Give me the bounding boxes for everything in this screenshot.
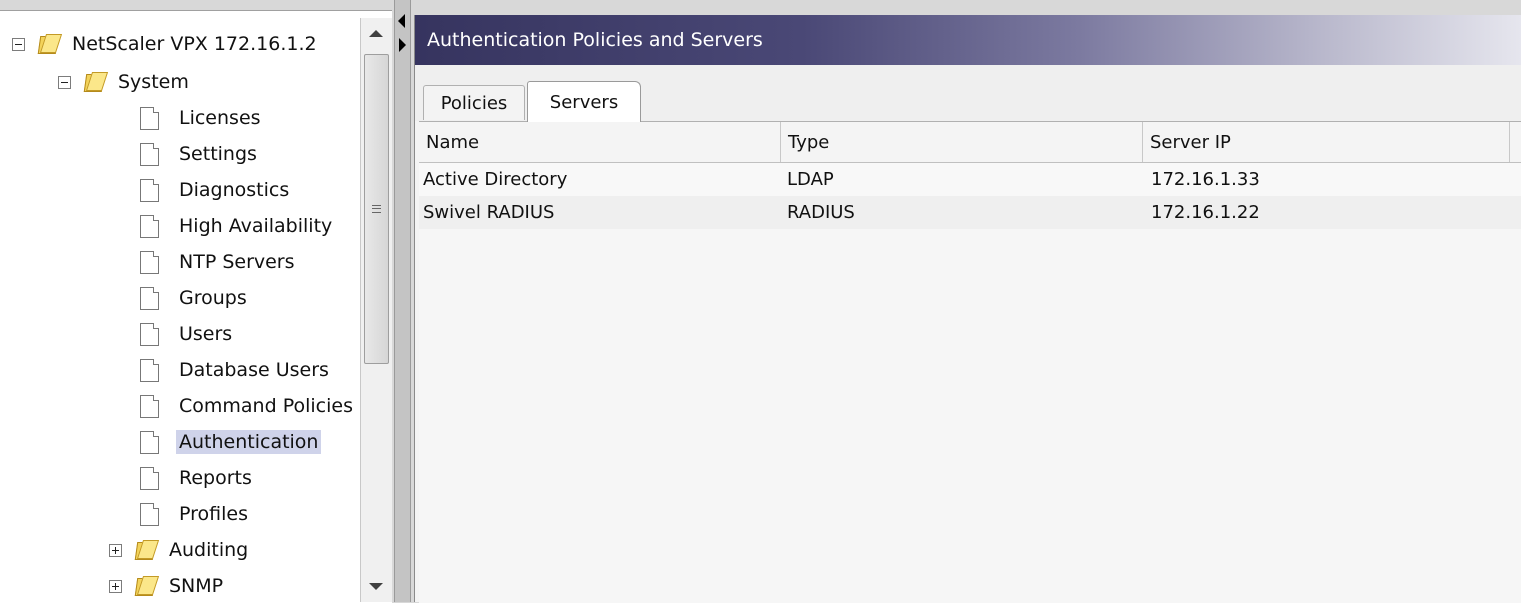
tree-node-label: NTP Servers <box>179 251 295 273</box>
navigation-tree: NetScaler VPX 172.16.1.2 System Licenses… <box>0 10 392 603</box>
tree-node-users[interactable]: Users <box>140 317 235 351</box>
tab-strip: Policies Servers <box>415 65 1521 122</box>
page-icon <box>140 214 159 238</box>
tree-node-high-availability[interactable]: High Availability <box>140 209 335 243</box>
tree-node-label: Authentication <box>176 430 322 454</box>
tree-node-system[interactable]: System <box>58 65 192 99</box>
tree-node-label: Command Policies <box>179 395 353 417</box>
tree-node-label: Database Users <box>179 359 329 381</box>
collapse-icon[interactable] <box>58 75 71 89</box>
tree-node-label: Auditing <box>169 539 249 561</box>
tree-node-label: Groups <box>179 287 247 309</box>
page-icon <box>140 286 159 310</box>
page-icon <box>140 502 159 526</box>
column-header-server-ip[interactable]: Server IP <box>1143 122 1510 162</box>
servers-table: Name Type Server IP Active Directory LDA… <box>419 121 1521 603</box>
column-header-type[interactable]: Type <box>781 122 1143 162</box>
panel-title: Authentication Policies and Servers <box>427 29 763 51</box>
page-icon <box>140 322 159 346</box>
cell-type: RADIUS <box>787 202 855 223</box>
panel-title-bar: Authentication Policies and Servers <box>415 15 1521 65</box>
table-row[interactable]: Active Directory LDAP 172.16.1.33 <box>419 163 1521 196</box>
page-icon <box>140 466 159 490</box>
folder-icon <box>83 72 109 92</box>
content-panel: Authentication Policies and Servers Poli… <box>414 15 1521 603</box>
page-icon <box>140 106 159 130</box>
page-icon <box>140 430 159 454</box>
tab-policies[interactable]: Policies <box>423 85 525 120</box>
tree-node-profiles[interactable]: Profiles <box>140 497 251 531</box>
collapse-left-icon[interactable] <box>398 14 405 28</box>
page-icon <box>140 142 159 166</box>
grip-icon <box>372 205 381 213</box>
tree-node-ntp-servers[interactable]: NTP Servers <box>140 245 298 279</box>
page-icon <box>140 250 159 274</box>
cell-server-ip: 172.16.1.33 <box>1151 169 1260 190</box>
panel-splitter[interactable] <box>394 0 411 602</box>
tree-node-label: Licenses <box>179 107 261 129</box>
tree-node-label: Settings <box>179 143 257 165</box>
cell-type: LDAP <box>787 169 834 190</box>
folder-icon <box>134 540 160 560</box>
tree-node-label: Users <box>179 323 233 345</box>
cell-name: Swivel RADIUS <box>423 202 555 223</box>
scrollbar-thumb[interactable] <box>364 54 389 364</box>
folder-icon <box>37 34 63 54</box>
tree-node-diagnostics[interactable]: Diagnostics <box>140 173 292 207</box>
tree-node-command-policies[interactable]: Command Policies <box>140 389 356 423</box>
tree-node-label: Profiles <box>179 503 248 525</box>
tree-node-groups[interactable]: Groups <box>140 281 250 315</box>
expand-icon[interactable] <box>109 543 122 557</box>
tree-node-label: NetScaler VPX 172.16.1.2 <box>72 33 317 55</box>
tree-node-authentication[interactable]: Authentication <box>140 425 322 459</box>
scroll-down-icon[interactable] <box>369 583 383 590</box>
tree-node-settings[interactable]: Settings <box>140 137 260 171</box>
tree-scrollbar[interactable] <box>360 18 392 602</box>
scroll-up-icon[interactable] <box>369 30 383 37</box>
tree-node-snmp[interactable]: SNMP <box>109 569 226 603</box>
page-icon <box>140 358 159 382</box>
tree-node-label: SNMP <box>169 575 224 597</box>
table-header: Name Type Server IP <box>419 122 1521 163</box>
tab-servers[interactable]: Servers <box>527 81 641 122</box>
tree-node-database-users[interactable]: Database Users <box>140 353 332 387</box>
page-icon <box>140 394 159 418</box>
folder-icon <box>134 576 160 596</box>
tree-node-label: High Availability <box>179 215 333 237</box>
expand-right-icon[interactable] <box>399 38 406 52</box>
tree-node-root[interactable]: NetScaler VPX 172.16.1.2 <box>12 27 320 61</box>
cell-server-ip: 172.16.1.22 <box>1151 202 1260 223</box>
collapse-icon[interactable] <box>12 37 25 51</box>
column-header-name[interactable]: Name <box>419 122 781 162</box>
tree-node-label: Diagnostics <box>179 179 290 201</box>
tree-node-reports[interactable]: Reports <box>140 461 255 495</box>
table-row[interactable]: Swivel RADIUS RADIUS 172.16.1.22 <box>419 196 1521 229</box>
cell-name: Active Directory <box>423 169 568 190</box>
expand-icon[interactable] <box>109 579 122 593</box>
page-icon <box>140 178 159 202</box>
tree-node-licenses[interactable]: Licenses <box>140 101 264 135</box>
tree-node-label: System <box>118 71 189 93</box>
tree-node-label: Reports <box>179 467 252 489</box>
tree-node-auditing[interactable]: Auditing <box>109 533 251 567</box>
